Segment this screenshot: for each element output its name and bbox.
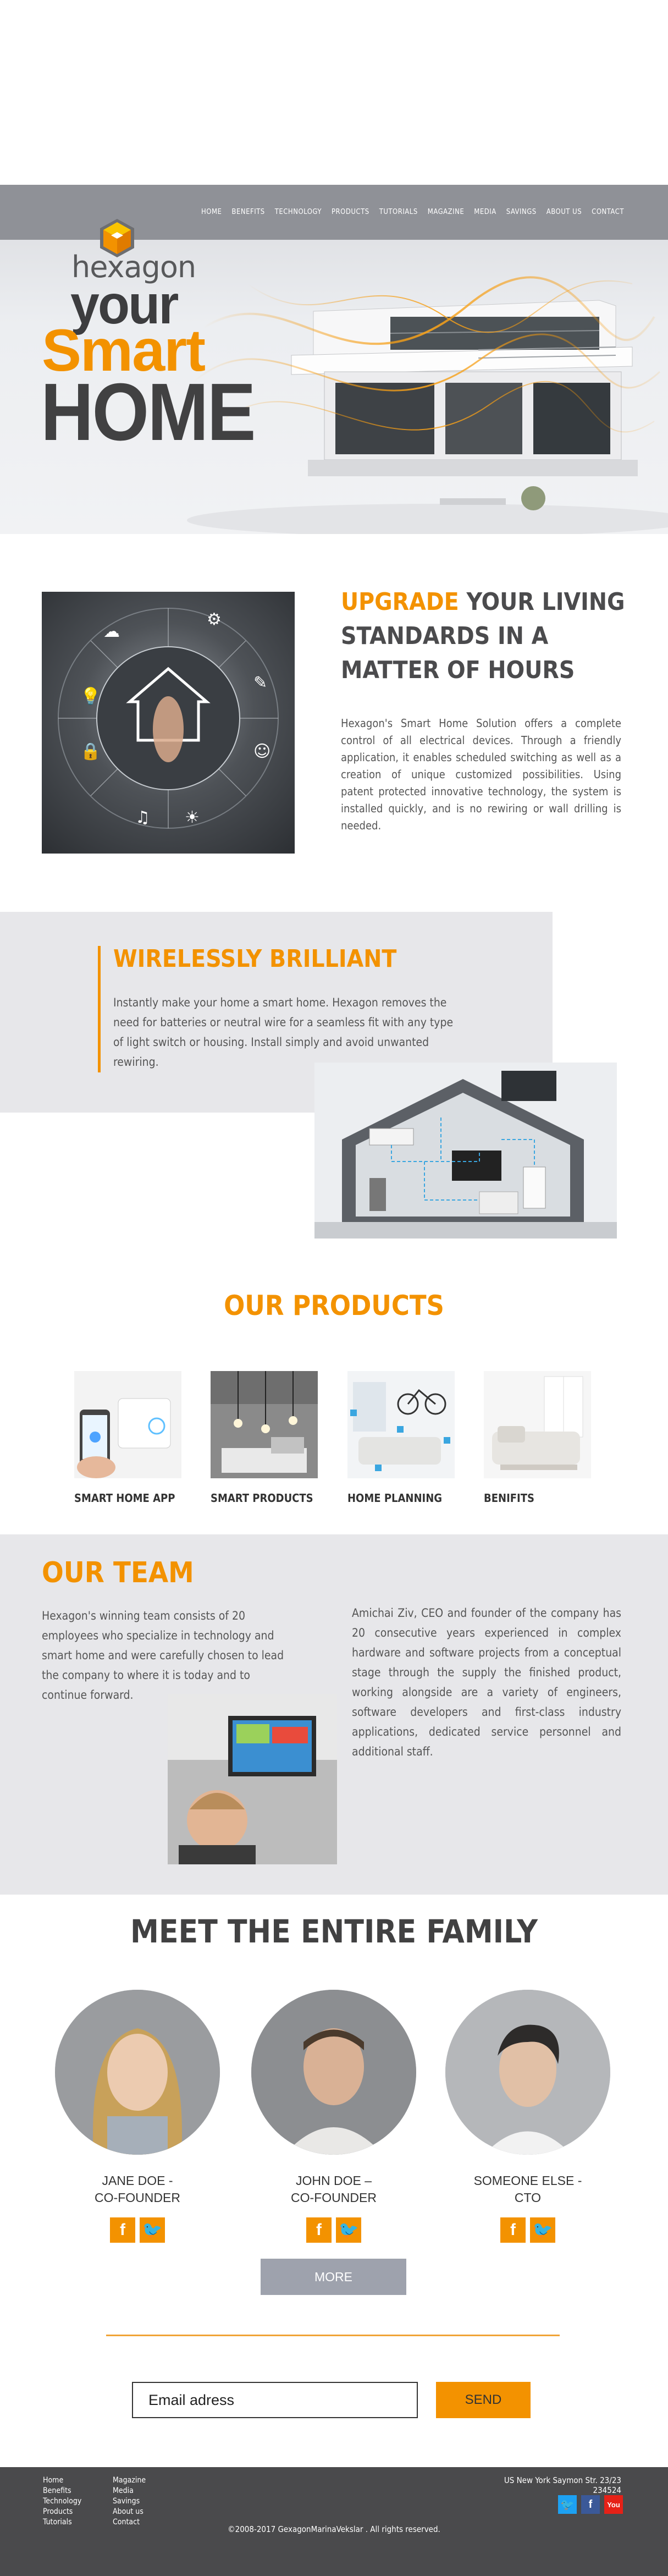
pendant-lamps-illustration bbox=[211, 1371, 318, 1478]
twitter-icon[interactable]: 🐦 bbox=[558, 2495, 577, 2514]
twitter-icon[interactable]: 🐦 bbox=[140, 2217, 165, 2243]
product-card-benefits[interactable]: BENIFITS bbox=[484, 1371, 591, 1505]
nav-about-us[interactable]: ABOUT US bbox=[546, 208, 582, 216]
smart-home-control-image: ☁ ⚙ 💡 ✎ 🔒 ☺ ♫ ☀ bbox=[42, 592, 295, 854]
svg-text:☁: ☁ bbox=[103, 622, 120, 641]
nav-contact[interactable]: CONTACT bbox=[592, 208, 624, 216]
product-label-smart-products: SMART PRODUCTS bbox=[211, 1491, 313, 1505]
facebook-icon[interactable]: f bbox=[110, 2217, 135, 2243]
facebook-icon[interactable]: f bbox=[581, 2495, 600, 2514]
member-role: CTO bbox=[514, 2190, 542, 2205]
avatar bbox=[445, 1990, 610, 2155]
member-name: JOHN DOE – bbox=[295, 2173, 372, 2188]
product-image-benefits bbox=[484, 1371, 591, 1478]
footer-link-about-us[interactable]: About us bbox=[113, 2507, 146, 2517]
products-heading: OUR PRODUCTS bbox=[224, 1290, 444, 1322]
email-input[interactable]: Email adress bbox=[132, 2382, 418, 2418]
nav-home[interactable]: HOME bbox=[201, 208, 222, 216]
upgrade-heading: UPGRADE YOUR LIVING STANDARDS IN A MATTE… bbox=[341, 585, 638, 687]
facebook-icon[interactable]: f bbox=[306, 2217, 332, 2243]
white-sofa-illustration bbox=[484, 1371, 591, 1478]
wireless-accent-bar bbox=[98, 946, 101, 1072]
nav-benefits[interactable]: BENEFITS bbox=[231, 208, 264, 216]
main-nav: HOME BENEFITS TECHNOLOGY PRODUCTS TUTORI… bbox=[201, 208, 624, 216]
footer-address: US New York Saymon Str. 23/23 234524 bbox=[504, 2475, 621, 2495]
footer-copyright: ©2008-2017 GexagonMarinaVekslar . All ri… bbox=[228, 2524, 440, 2534]
footer-link-technology[interactable]: Technology bbox=[43, 2496, 81, 2507]
footer-link-magazine[interactable]: Magazine bbox=[113, 2475, 146, 2486]
member-card-jane: JANE DOE - CO-FOUNDER f 🐦 bbox=[55, 1990, 220, 2243]
member-name: JANE DOE - bbox=[102, 2173, 173, 2188]
footer-link-home[interactable]: Home bbox=[43, 2475, 81, 2486]
youtube-icon[interactable]: You bbox=[604, 2495, 623, 2514]
team-heading: OUR TEAM bbox=[42, 1556, 194, 1589]
product-card-smart-products[interactable]: SMART PRODUCTS bbox=[211, 1371, 318, 1505]
product-card-home-planning[interactable]: HOME PLANNING bbox=[347, 1371, 455, 1505]
wireless-heading: WIRELESSLY BRILLIANT bbox=[113, 945, 397, 973]
member-socials: f 🐦 bbox=[445, 2217, 610, 2243]
twitter-icon[interactable]: 🐦 bbox=[336, 2217, 361, 2243]
svg-text:🔒: 🔒 bbox=[80, 742, 101, 761]
footer-links-col1: Home Benefits Technology Products Tutori… bbox=[43, 2475, 81, 2528]
member-role: CO-FOUNDER bbox=[95, 2190, 180, 2205]
john-portrait bbox=[251, 1990, 416, 2155]
phone-app-illustration bbox=[74, 1371, 181, 1478]
send-button[interactable]: SEND bbox=[436, 2382, 531, 2418]
product-card-app[interactable]: SMART HOME APP bbox=[74, 1371, 181, 1505]
hero-section: HOME BENEFITS TECHNOLOGY PRODUCTS TUTORI… bbox=[0, 185, 668, 534]
jane-portrait bbox=[55, 1990, 220, 2155]
upgrade-heading-highlight: UPGRADE bbox=[341, 588, 459, 616]
product-label-home-planning: HOME PLANNING bbox=[347, 1491, 443, 1505]
nav-tutorials[interactable]: TUTORIALS bbox=[379, 208, 418, 216]
svg-text:💡: 💡 bbox=[80, 686, 101, 706]
nav-savings[interactable]: SAVINGS bbox=[506, 208, 537, 216]
member-socials: f 🐦 bbox=[251, 2217, 416, 2243]
member-card-john: JOHN DOE – CO-FOUNDER f 🐦 bbox=[251, 1990, 416, 2243]
twitter-icon[interactable]: 🐦 bbox=[530, 2217, 555, 2243]
svg-text:☺: ☺ bbox=[253, 742, 270, 761]
nav-media[interactable]: MEDIA bbox=[474, 208, 496, 216]
avatar bbox=[251, 1990, 416, 2155]
nav-magazine[interactable]: MAGAZINE bbox=[428, 208, 465, 216]
upgrade-description: Hexagon's Smart Home Solution offers a c… bbox=[341, 717, 621, 832]
team-description: Hexagon's winning team consists of 20 em… bbox=[42, 1609, 284, 1702]
living-room-illustration bbox=[347, 1371, 455, 1478]
more-button[interactable]: MORE bbox=[261, 2259, 406, 2295]
product-image-home-planning bbox=[347, 1371, 455, 1478]
wireless-description: Instantly make your home a smart home. H… bbox=[113, 996, 454, 1069]
member-socials: f 🐦 bbox=[55, 2217, 220, 2243]
footer-link-savings[interactable]: Savings bbox=[113, 2496, 146, 2507]
product-image-smart-products bbox=[211, 1371, 318, 1478]
nav-products[interactable]: PRODUCTS bbox=[332, 208, 369, 216]
ceo-description: Amichai Ziv, CEO and founder of the comp… bbox=[352, 1606, 621, 1758]
hero-headline-home: HOME bbox=[41, 367, 256, 458]
wiring-diagram-image bbox=[314, 1063, 617, 1239]
footer-links-col2: Magazine Media Savings About us Contact bbox=[113, 2475, 146, 2528]
team-photo bbox=[168, 1694, 337, 1864]
svg-text:♫: ♫ bbox=[135, 808, 150, 827]
svg-text:☀: ☀ bbox=[185, 808, 200, 827]
svg-text:⚙: ⚙ bbox=[207, 610, 222, 629]
member-card-someone: SOMEONE ELSE - CTO f 🐦 bbox=[445, 1990, 610, 2243]
family-heading: MEET THE ENTIRE FAMILY bbox=[130, 1913, 538, 1950]
footer-link-products[interactable]: Products bbox=[43, 2507, 81, 2517]
avatar bbox=[55, 1990, 220, 2155]
product-image-app bbox=[74, 1371, 181, 1478]
member-role: CO-FOUNDER bbox=[291, 2190, 377, 2205]
team-member-at-computer-image bbox=[168, 1694, 337, 1864]
product-label-app: SMART HOME APP bbox=[74, 1491, 175, 1505]
section-divider bbox=[106, 2335, 560, 2336]
svg-text:✎: ✎ bbox=[253, 673, 267, 692]
product-label-benefits: BENIFITS bbox=[484, 1491, 534, 1505]
footer-link-benefits[interactable]: Benefits bbox=[43, 2486, 81, 2496]
member-name: SOMEONE ELSE - bbox=[473, 2173, 582, 2188]
house-wiring-illustration bbox=[314, 1063, 617, 1239]
nav-technology[interactable]: TECHNOLOGY bbox=[275, 208, 322, 216]
someone-portrait bbox=[445, 1990, 610, 2155]
smart-control-dial: ☁ ⚙ 💡 ✎ 🔒 ☺ ♫ ☀ bbox=[58, 608, 279, 829]
footer-link-media[interactable]: Media bbox=[113, 2486, 146, 2496]
facebook-icon[interactable]: f bbox=[500, 2217, 526, 2243]
